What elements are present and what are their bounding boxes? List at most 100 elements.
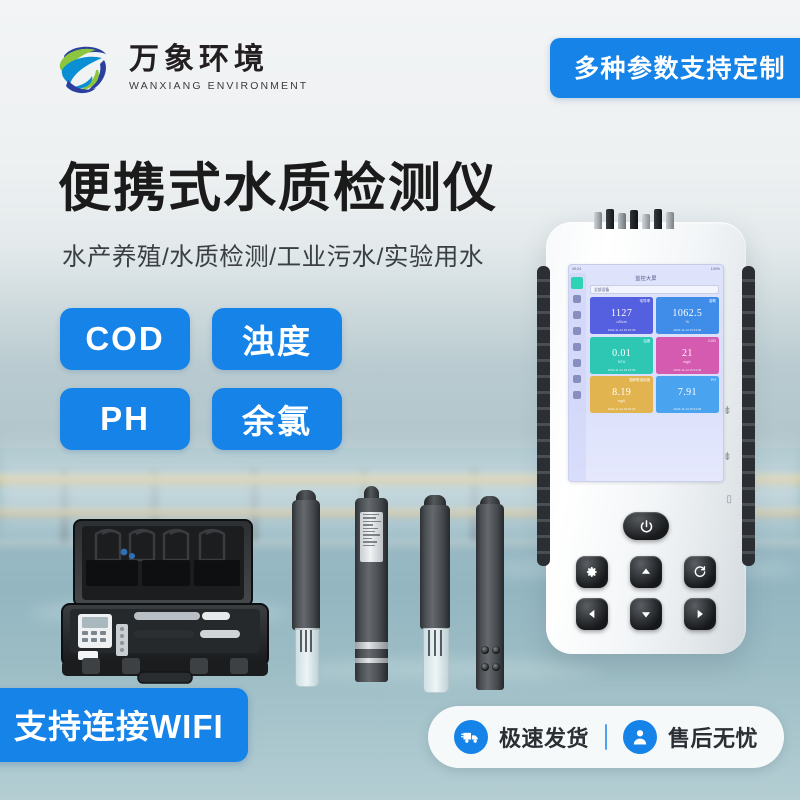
service-divider: [604, 724, 607, 750]
tile-value: 8.19: [612, 387, 632, 398]
connector-port: [594, 212, 602, 229]
device-button-row-2: [576, 598, 716, 630]
measurement-tile[interactable]: 溶氧 1062.5 % 2024-11-14 15:24:06: [655, 297, 719, 334]
left-button[interactable]: [576, 598, 608, 630]
refresh-button[interactable]: [684, 556, 716, 588]
carrying-case: [52, 512, 278, 688]
tile-timestamp: 2024-11-14 15:24:06: [607, 328, 636, 332]
screen-status-bar: 09:24 100%: [568, 264, 724, 273]
brand-text: 万象环境 WANXIANG ENVIRONMENT: [129, 44, 308, 92]
power-icon: [640, 519, 652, 532]
probe-port-hole: [492, 663, 500, 671]
tile-value: 1062.5: [672, 308, 703, 319]
connector-port: [630, 210, 638, 229]
service-badge-bar: 极速发货 售后无忧: [427, 706, 784, 768]
probe-mesh: [426, 630, 444, 656]
connector-port: [666, 212, 674, 229]
device-button-row-1: [576, 556, 716, 588]
usb-icon: ⇟: [722, 405, 732, 417]
settings-button[interactable]: [576, 556, 608, 588]
device-top-connectors: [594, 209, 674, 229]
sidebar-item-network[interactable]: [573, 375, 581, 383]
down-button[interactable]: [630, 598, 662, 630]
probe-mesh: [298, 630, 314, 652]
tile-unit: %: [685, 320, 689, 324]
tile-parameter-name: 电导率: [639, 299, 651, 303]
up-button[interactable]: [630, 556, 662, 588]
service-fast-shipping: 极速发货: [453, 720, 589, 754]
device-side-grip: [537, 266, 550, 566]
feature-tag-list: COD 浊度 PH 余氯: [60, 308, 342, 450]
tile-timestamp: 2024-11-14 15:24:06: [673, 328, 702, 332]
up-arrow-icon: [641, 568, 651, 574]
right-button[interactable]: [684, 598, 716, 630]
tile-value: 21: [681, 347, 693, 359]
measurement-tile[interactable]: 溶解氧饱和度 8.19 mg/L 2024-11-14 15:24:06: [590, 376, 654, 413]
probe-label: [360, 512, 383, 562]
brand-name-cn: 万象环境: [129, 43, 269, 77]
probe-sensor-2: [355, 486, 388, 692]
sidebar-item-tools[interactable]: [573, 391, 581, 399]
status-time: 09:24: [572, 266, 581, 271]
left-arrow-icon: [589, 609, 595, 619]
feature-tag-ph: PH: [60, 388, 190, 450]
support-agent-icon: [622, 720, 657, 754]
tile-parameter-name: PH: [711, 378, 716, 382]
page-title: 便携式水质检测仪: [58, 159, 498, 218]
sidebar-item-edit[interactable]: [573, 343, 581, 351]
probe-body: [420, 505, 450, 629]
measurement-tile[interactable]: COD 21 mg/L 2024-11-14 15:24:06: [655, 336, 719, 374]
tile-value: 7.91: [677, 387, 697, 398]
probe-body: [476, 504, 504, 690]
refresh-icon: [694, 566, 706, 578]
connector-port: [618, 213, 626, 229]
tile-parameter-name: 溶解氧饱和度: [628, 378, 651, 382]
tile-unit: NTU: [617, 359, 626, 364]
tile-unit: uS/cm: [616, 320, 627, 324]
sidebar-item-settings[interactable]: [573, 359, 581, 367]
probe-port-hole: [481, 646, 489, 654]
measurement-tile-grid: 电导率 1127 uS/cm 2024-11-14 15:24:06 溶氧 10…: [590, 297, 719, 413]
brand-logo: 万象环境 WANXIANG ENVIRONMENT: [52, 36, 308, 100]
sidebar-item-chart[interactable]: [573, 295, 581, 303]
tile-unit: mg/L: [683, 359, 692, 364]
tile-timestamp: 2024-11-14 15:24:06: [673, 407, 702, 411]
tile-timestamp: 2024-11-14 15:24:06: [673, 367, 702, 372]
power-button[interactable]: [623, 512, 669, 540]
sidebar-item-dashboard[interactable]: [571, 277, 583, 289]
brand-name-en: WANXIANG ENVIRONMENT: [129, 79, 309, 92]
measurement-tile[interactable]: PH 7.91 2024-11-14 15:24:06: [655, 376, 719, 413]
tile-parameter-name: 溶氧: [708, 299, 716, 303]
connector-port: [642, 214, 650, 229]
gear-icon: [586, 566, 597, 577]
probe-sensor-3: [420, 495, 450, 696]
measurement-tile[interactable]: 浊度 0.01 NTU 2024-11-14 15:24:06: [590, 336, 654, 374]
right-arrow-icon: [697, 609, 703, 619]
tile-parameter-name: COD: [708, 338, 716, 343]
feature-tag-turbidity: 浊度: [212, 308, 342, 370]
device-selector-dropdown[interactable]: 全部设备: [590, 285, 719, 294]
water-ripple: [300, 660, 600, 682]
device-side-grip: [742, 266, 755, 566]
screen-title: 监控大屏: [635, 276, 657, 282]
port-icon: ▯: [726, 494, 732, 505]
wifi-support-banner: 支持连接WIFI: [0, 688, 248, 762]
product-banner: 万象环境 WANXIANG ENVIRONMENT 多种参数支持定制 便携式水质…: [0, 0, 800, 800]
page-subtitle: 水产养殖/水质检测/工业污水/实验用水: [62, 244, 484, 271]
tile-value: 0.01: [612, 347, 632, 359]
measurement-tile[interactable]: 电导率 1127 uS/cm 2024-11-14 15:24:06: [590, 297, 654, 334]
service-label: 极速发货: [498, 726, 589, 751]
device-screen[interactable]: 09:24 100% 监控大屏 全部设备 电导率 1127 uS/cm 2024…: [568, 264, 724, 482]
connector-port: [654, 209, 662, 229]
probe-steel-band: [355, 642, 388, 649]
probe-sensor-4: [476, 496, 504, 692]
case-illustration: [61, 519, 269, 684]
service-after-sales: 售后无忧: [622, 720, 758, 754]
sidebar-item-alarm[interactable]: [573, 327, 581, 335]
tile-timestamp: 2024-11-14 15:24:06: [607, 407, 636, 411]
screen-sidebar[interactable]: [568, 273, 586, 482]
sidebar-item-list[interactable]: [573, 311, 581, 319]
tile-value: 1127: [611, 308, 633, 319]
probe-port-hole: [492, 646, 500, 654]
down-arrow-icon: [641, 612, 651, 618]
